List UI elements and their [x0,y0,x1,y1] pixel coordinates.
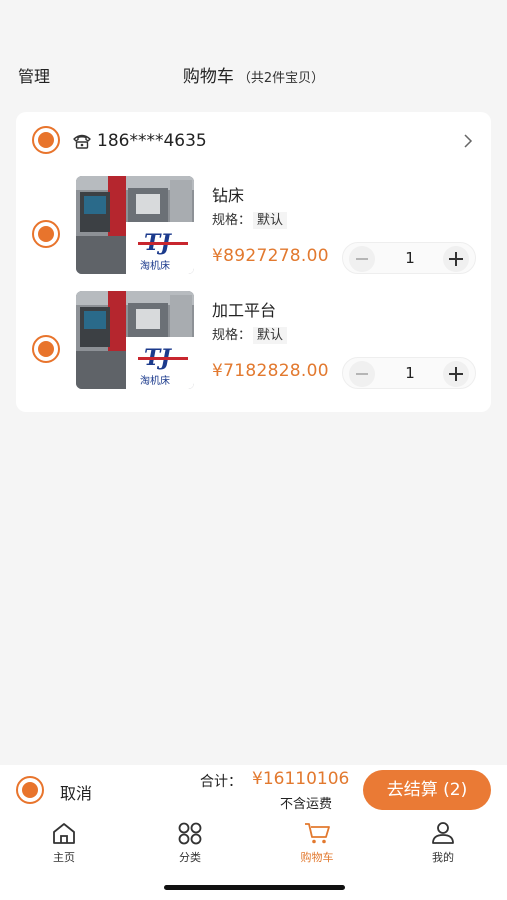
spec-label: 规格： [212,213,252,228]
item-spec: 规格： 默认 [212,324,288,344]
spec-value: 默认 [253,212,288,229]
header: 管理 购物车 （共2件宝贝） [0,0,507,100]
total-value: ¥16110106 [252,769,350,789]
minus-icon[interactable] [349,246,375,272]
item-name[interactable]: 钻床 [212,182,244,206]
logo-text: 淘机床 [140,259,170,272]
select-all-radio[interactable] [16,776,44,804]
item-select-radio[interactable] [32,335,60,363]
item-price: ¥7182828.00 [212,361,329,381]
chevron-right-icon[interactable] [463,134,473,148]
product-image[interactable]: TJ 淘机床 [76,176,194,274]
quantity-stepper: 1 [342,242,476,274]
cancel-button[interactable]: 取消 [60,780,92,804]
logo-text: 淘机床 [140,374,170,387]
tab-label: 分类 [179,851,201,864]
tab-label: 购物车 [300,851,334,864]
total-label: 合计： [200,774,242,790]
title-text: 购物车 [182,67,234,87]
spec-value: 默认 [253,327,288,344]
home-icon [53,823,75,844]
user-icon [432,822,454,844]
plus-icon[interactable] [443,361,469,387]
quantity-value[interactable]: 1 [383,364,437,382]
shop-row[interactable]: 186****4635 [16,126,491,156]
cart-card: 186****4635 TJ 淘机床 钻床 规格： 默认 ¥8927278.00… [16,112,491,412]
item-select-radio[interactable] [32,220,60,248]
cart-item[interactable]: TJ 淘机床 加工平台 规格： 默认 ¥7182828.00 1 [16,291,491,401]
tab-label: 我的 [432,851,454,864]
checkout-bar: 取消 合计： ¥16110106 不含运费 去结算 (2) [0,765,507,815]
tab-cart[interactable]: 购物车 [272,821,362,871]
page-title: 购物车 （共2件宝贝） [0,62,507,87]
home-indicator[interactable] [164,885,345,890]
item-count-text: （共2件宝贝） [237,71,325,86]
product-image[interactable]: TJ 淘机床 [76,291,194,389]
quantity-stepper: 1 [342,357,476,389]
tab-category[interactable]: 分类 [145,821,235,871]
tab-label: 主页 [53,851,75,864]
tab-profile[interactable]: 我的 [398,821,488,871]
category-icon [178,822,202,845]
quantity-value[interactable]: 1 [383,249,437,267]
minus-icon[interactable] [349,361,375,387]
checkout-button[interactable]: 去结算 (2) [363,770,491,810]
tab-home[interactable]: 主页 [19,821,109,871]
item-price: ¥8927278.00 [212,246,329,266]
phone-icon [73,134,91,149]
shop-name: 186****4635 [97,131,207,151]
cart-item[interactable]: TJ 淘机床 钻床 规格： 默认 ¥8927278.00 1 [16,176,491,286]
shipping-note: 不含运费 [280,797,333,812]
plus-icon[interactable] [443,246,469,272]
item-name[interactable]: 加工平台 [212,297,276,321]
shop-select-radio[interactable] [32,126,60,154]
spec-label: 规格： [212,328,252,343]
item-spec: 规格： 默认 [212,209,288,229]
cart-icon [305,823,330,844]
